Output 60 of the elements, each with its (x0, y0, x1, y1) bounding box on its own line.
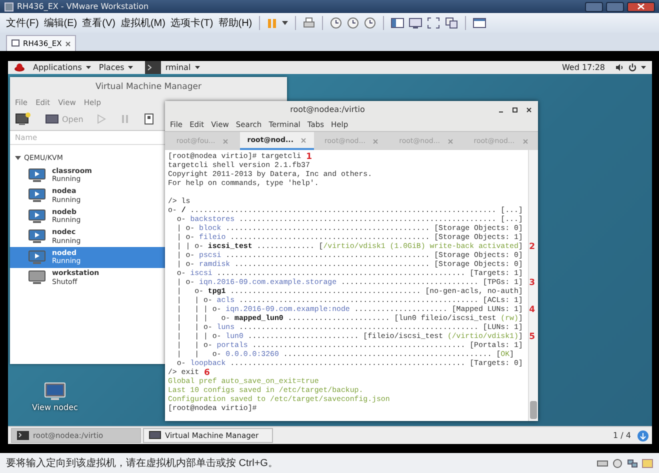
top-bar-menu[interactable]: Places (98, 63, 124, 72)
annotation-number: 1 (306, 153, 312, 162)
fullscreen-icon[interactable] (427, 17, 440, 29)
terminal-icon (145, 61, 162, 74)
maximize-button[interactable] (606, 2, 624, 12)
console-view-icon[interactable] (473, 17, 486, 29)
app-icon (4, 2, 14, 12)
monitor-icon (45, 114, 59, 124)
cd-drive-icon[interactable] (612, 458, 623, 468)
menu-item[interactable]: 虚拟机(M) (120, 16, 166, 30)
scrollbar[interactable] (528, 150, 538, 421)
speaker-icon[interactable] (615, 63, 624, 72)
status-message: 要将输入定向到该虚拟机，请在虚拟机内部单击或按 Ctrl+G。 (6, 456, 278, 470)
terminal-icon (17, 431, 29, 440)
monitor-icon[interactable] (44, 382, 66, 402)
menu-item[interactable]: 查看(V) (82, 16, 116, 30)
close-button[interactable] (627, 2, 655, 12)
annotation-number: 2 (529, 243, 535, 252)
top-bar-menu[interactable]: rminal (165, 63, 191, 72)
vm-icon (11, 39, 20, 48)
network-icon[interactable] (627, 458, 638, 468)
desktop-icon-label[interactable]: View nodec (32, 403, 78, 412)
close-icon[interactable] (64, 40, 71, 46)
close-icon[interactable] (526, 106, 532, 112)
annotation-number: 4 (529, 306, 535, 315)
monitor-icon (149, 431, 161, 440)
power-icon[interactable] (628, 63, 637, 72)
minimize-button[interactable] (585, 2, 603, 12)
menu-item[interactable]: 帮助(H) (218, 16, 252, 30)
annotation-number: 3 (529, 279, 535, 288)
unity-icon[interactable] (445, 17, 458, 29)
clock[interactable]: Wed 17:28 (562, 63, 605, 72)
caret-icon[interactable] (282, 21, 288, 25)
caret-icon[interactable] (641, 66, 646, 69)
window-title: Virtual Machine Manager (95, 82, 202, 92)
annotation-number: 5 (529, 333, 535, 342)
menu-item[interactable]: 选项卡(T) (170, 16, 214, 30)
menu-item[interactable]: 编辑(E) (44, 16, 78, 30)
window-title: root@nodea:/virtio (290, 105, 365, 114)
expander-icon[interactable] (15, 155, 21, 161)
top-bar-menu[interactable]: Applications (33, 63, 82, 72)
message-icon[interactable] (642, 458, 653, 468)
clock-icon[interactable] (364, 17, 376, 29)
caret-icon[interactable] (194, 66, 200, 69)
close-icon (637, 3, 645, 10)
new-vm-icon[interactable] (15, 112, 31, 126)
workspace-indicator[interactable]: 1 / 4 (613, 431, 631, 440)
clock-icon[interactable] (347, 17, 360, 29)
info-icon[interactable] (637, 430, 649, 442)
annotation-number: 6 (204, 369, 210, 378)
screen-icon[interactable] (409, 17, 422, 29)
window-title: RH436_EX - VMware Workstation (17, 2, 149, 11)
printer-icon[interactable] (303, 17, 316, 29)
caret-icon[interactable] (86, 66, 91, 69)
caret-icon[interactable] (128, 66, 134, 69)
maximize-icon[interactable] (512, 106, 518, 112)
menu-item[interactable]: 文件(F) (6, 16, 39, 30)
sidebar-view-icon[interactable] (391, 17, 404, 29)
hat-icon[interactable] (14, 63, 25, 72)
clock-icon[interactable] (330, 17, 342, 29)
